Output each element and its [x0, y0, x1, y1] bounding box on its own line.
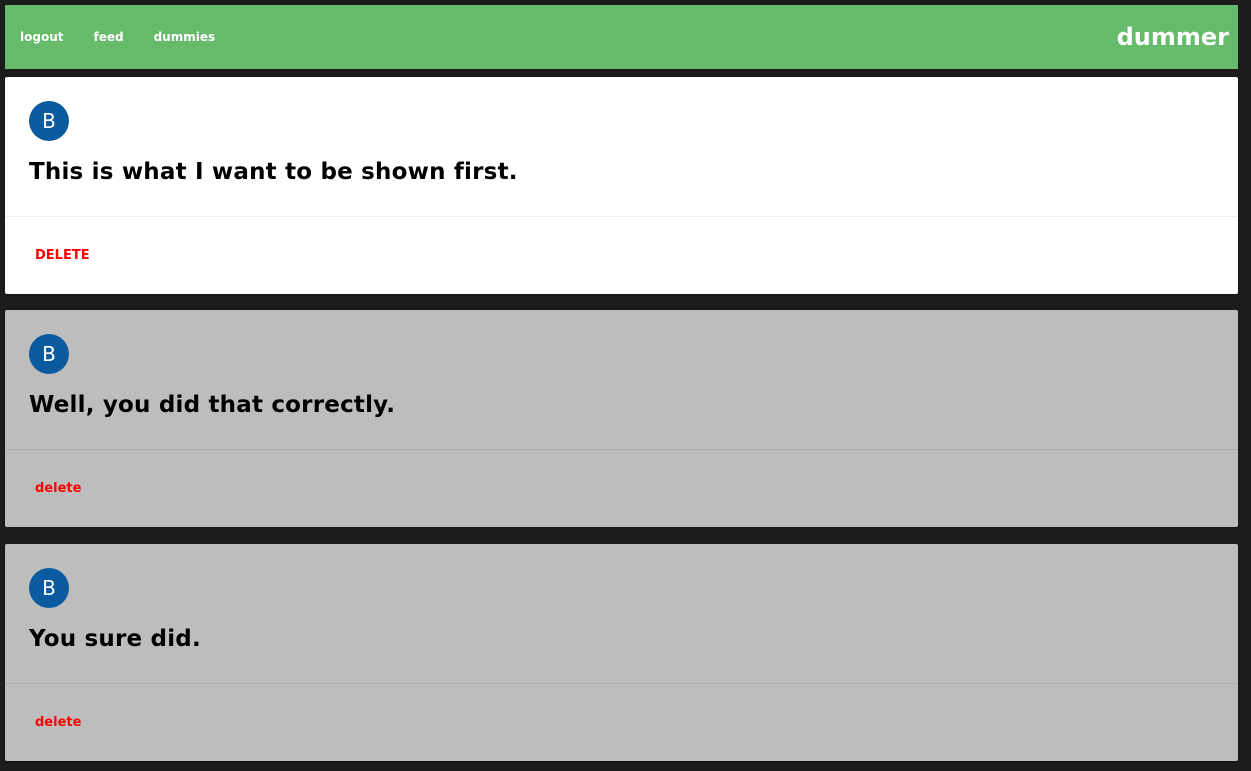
post-actions: DELETE	[5, 217, 1238, 294]
post-text: This is what I want to be shown first.	[29, 159, 518, 185]
post-card: B This is what I want to be shown first.…	[5, 77, 1238, 294]
post-actions: delete	[5, 450, 1238, 527]
nav-logout-link[interactable]: logout	[20, 30, 63, 44]
nav-feed-link[interactable]: feed	[93, 30, 123, 44]
delete-button[interactable]: DELETE	[35, 248, 90, 263]
avatar: B	[29, 334, 69, 374]
post-text: Well, you did that correctly.	[29, 392, 396, 418]
post-card: B Well, you did that correctly. delete	[5, 310, 1238, 527]
avatar: B	[29, 101, 69, 141]
app-frame: logout feed dummies dummer	[5, 5, 1238, 69]
post-content: B This is what I want to be shown first.	[5, 77, 1238, 217]
top-navbar: logout feed dummies dummer	[5, 5, 1238, 69]
nav-links: logout feed dummies	[20, 30, 245, 44]
post-card: B You sure did. delete	[5, 544, 1238, 761]
avatar: B	[29, 568, 69, 608]
delete-button[interactable]: delete	[35, 715, 81, 730]
post-actions: delete	[5, 684, 1238, 761]
post-content: B You sure did.	[5, 544, 1238, 684]
delete-button[interactable]: delete	[35, 481, 81, 496]
post-content: B Well, you did that correctly.	[5, 310, 1238, 450]
post-text: You sure did.	[29, 626, 201, 652]
brand-logo[interactable]: dummer	[1117, 23, 1229, 51]
nav-dummies-link[interactable]: dummies	[154, 30, 216, 44]
